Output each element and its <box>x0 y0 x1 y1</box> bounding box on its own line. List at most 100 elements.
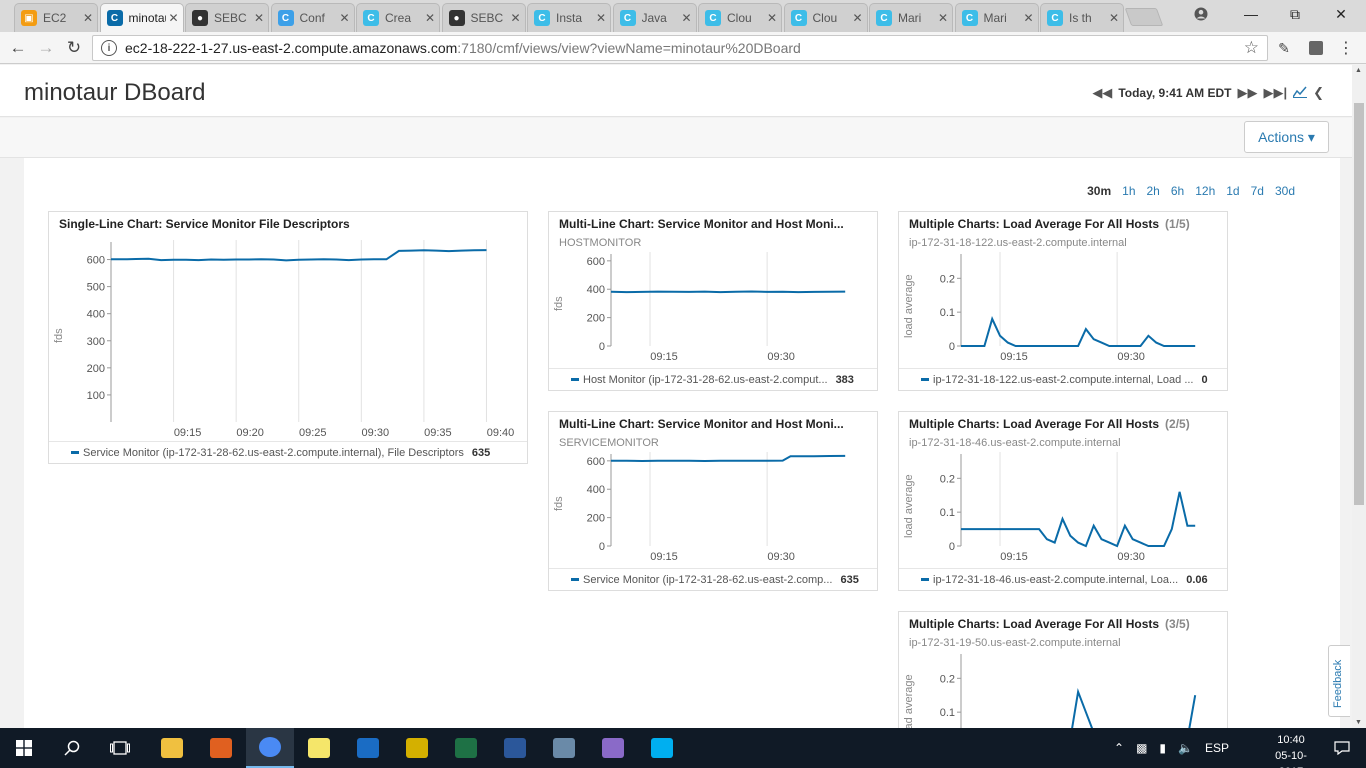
browser-tab[interactable]: ● SEBC ✕ <box>185 3 269 32</box>
reload-button[interactable]: ↻ <box>62 36 86 60</box>
taskbar-app-button[interactable] <box>540 728 588 768</box>
range-option-12h[interactable]: 12h <box>1195 184 1215 198</box>
chart-svg: 0.1 0.2 <box>940 654 1197 728</box>
taskbar-app-button[interactable] <box>491 728 539 768</box>
taskbar-app-button[interactable] <box>295 728 343 768</box>
scroll-up-arrow-icon[interactable]: ▲ <box>1355 67 1362 74</box>
close-tab-icon[interactable]: ✕ <box>339 11 349 25</box>
close-tab-icon[interactable]: ✕ <box>168 11 178 25</box>
scrollbar-thumb[interactable] <box>1354 103 1364 505</box>
chart-legend[interactable]: Host Monitor (ip-172-31-28-62.us-east-2.… <box>549 368 877 390</box>
browser-tab[interactable]: C Mari ✕ <box>954 3 1039 32</box>
chart-legend[interactable]: ip-172-31-18-46.us-east-2.compute.intern… <box>899 568 1227 590</box>
browser-tab[interactable]: ● SEBC ✕ <box>441 3 526 32</box>
tray-overflow-icon[interactable]: ⌃ <box>1114 741 1124 755</box>
browser-tab[interactable]: Cminotaur✕ <box>99 3 184 32</box>
search-icon[interactable] <box>48 728 96 768</box>
extension-box-icon[interactable] <box>1304 36 1328 60</box>
chart-legend[interactable]: Service Monitor (ip-172-31-28-62.us-east… <box>49 441 527 463</box>
browser-tab[interactable]: C Mari ✕ <box>869 3 953 32</box>
chrome-menu-icon[interactable]: ⋮ <box>1334 36 1358 60</box>
close-tab-icon[interactable]: ✕ <box>1109 11 1119 25</box>
browser-tab[interactable]: ▣ EC2 ✕ <box>14 3 98 32</box>
close-tab-icon[interactable]: ✕ <box>681 11 691 25</box>
chart-legend[interactable]: Service Monitor (ip-172-31-28-62.us-east… <box>549 568 877 590</box>
legend-swatch <box>571 578 579 581</box>
taskbar-app-button[interactable] <box>246 728 294 768</box>
taskbar-app-button[interactable] <box>638 728 686 768</box>
fast-forward-icon[interactable]: ▶▶ <box>1237 85 1257 101</box>
actions-dropdown-button[interactable]: Actions ▾ <box>1244 121 1329 153</box>
github-icon: ● <box>448 10 465 26</box>
range-option-2h[interactable]: 2h <box>1147 184 1160 198</box>
chart-legend[interactable]: ip-172-31-18-122.us-east-2.compute.inter… <box>899 368 1227 390</box>
close-tab-icon[interactable]: ✕ <box>1023 11 1033 25</box>
taskbar-app-button[interactable] <box>589 728 637 768</box>
chart-panel-load-avg-1: Multiple Charts: Load Average For All Ho… <box>898 211 1228 391</box>
feedback-tab[interactable]: Feedback <box>1328 645 1350 717</box>
maximize-button[interactable]: ⧉ <box>1272 0 1318 28</box>
network-icon[interactable]: ▩ <box>1136 741 1147 755</box>
taskbar-app-button[interactable] <box>442 728 490 768</box>
browser-tab[interactable]: C Clou ✕ <box>698 3 782 32</box>
profile-icon[interactable] <box>1178 0 1224 28</box>
range-option-30m[interactable]: 30m <box>1087 184 1111 198</box>
legend-current-value: 635 <box>471 446 491 459</box>
rewind-icon[interactable]: ◀◀ <box>1092 85 1112 101</box>
page-scrollbar[interactable]: ▲ ▼ <box>1352 65 1366 728</box>
cloudera-c-icon: C <box>790 10 807 26</box>
browser-tab[interactable]: C Is th ✕ <box>1040 3 1124 32</box>
collapse-chevron-icon[interactable]: ❮ <box>1313 85 1324 101</box>
close-tab-icon[interactable]: ✕ <box>510 11 520 25</box>
y-tick-label: 0.2 <box>940 673 955 685</box>
bookmark-star-icon[interactable]: ☆ <box>1244 38 1259 58</box>
browser-tab[interactable]: C Java ✕ <box>612 3 697 32</box>
forward-button[interactable]: → <box>34 36 58 60</box>
extension-icon[interactable]: ✎ <box>1272 36 1296 60</box>
legend-label: Host Monitor (ip-172-31-28-62.us-east-2.… <box>583 373 828 386</box>
url-path: :7180/cmf/views/view?viewName=minotaur%2… <box>457 40 801 56</box>
battery-icon[interactable]: ▮ <box>1159 741 1166 755</box>
close-tab-icon[interactable]: ✕ <box>254 11 264 25</box>
close-tab-icon[interactable]: ✕ <box>852 11 862 25</box>
close-tab-icon[interactable]: ✕ <box>596 11 606 25</box>
language-indicator[interactable]: ESP <box>1205 741 1229 755</box>
range-option-30d[interactable]: 30d <box>1275 184 1295 198</box>
address-bar[interactable]: i ec2-18-222-1-27.us-east-2.compute.amaz… <box>92 35 1268 61</box>
close-tab-icon[interactable]: ✕ <box>938 11 948 25</box>
browser-tab-strip: — ⧉ ✕ ▣EC2✕Cminotaur✕●SEBC✕CConf✕CCrea✕●… <box>0 0 1366 32</box>
range-option-1d[interactable]: 1d <box>1226 184 1239 198</box>
back-button[interactable]: ← <box>6 36 30 60</box>
range-option-7d[interactable]: 7d <box>1251 184 1264 198</box>
browser-tab[interactable]: C Insta ✕ <box>527 3 611 32</box>
taskbar-app-button[interactable] <box>344 728 392 768</box>
notifications-icon[interactable] <box>1318 728 1366 768</box>
range-option-6h[interactable]: 6h <box>1171 184 1184 198</box>
scroll-down-arrow-icon[interactable]: ▼ <box>1355 719 1362 726</box>
taskbar-app-button[interactable] <box>197 728 245 768</box>
taskbar-app-button[interactable] <box>148 728 196 768</box>
taskbar-clock[interactable]: 10:40 05-10-2017 <box>1266 732 1316 768</box>
legend-swatch <box>921 378 929 381</box>
range-option-1h[interactable]: 1h <box>1122 184 1135 198</box>
volume-icon[interactable]: 🔈 <box>1178 741 1193 755</box>
chart-toggle-icon[interactable] <box>1292 86 1308 101</box>
task-view-icon[interactable] <box>96 728 144 768</box>
close-tab-icon[interactable]: ✕ <box>767 11 777 25</box>
browser-tab[interactable]: C Conf ✕ <box>270 3 355 32</box>
taskbar-app-button[interactable] <box>393 728 441 768</box>
dashboard-content: 30m 1h 2h 6h 12h 1d 7d 30d Single-Line Chart: S… <box>24 158 1340 728</box>
skip-to-now-icon[interactable]: ▶▶| <box>1263 85 1287 101</box>
minimize-button[interactable]: — <box>1228 0 1274 28</box>
y-tick-label: 0 <box>599 541 605 553</box>
site-info-icon[interactable]: i <box>101 40 117 56</box>
current-time-label[interactable]: Today, 9:41 AM EDT <box>1118 86 1231 100</box>
close-window-button[interactable]: ✕ <box>1318 0 1364 28</box>
close-tab-icon[interactable]: ✕ <box>425 11 435 25</box>
new-tab-button[interactable] <box>1124 8 1164 26</box>
start-button[interactable] <box>0 728 48 768</box>
y-tick-label: 400 <box>587 284 605 296</box>
browser-tab[interactable]: C Crea ✕ <box>356 3 440 32</box>
browser-tab[interactable]: C Clou ✕ <box>783 3 868 32</box>
close-tab-icon[interactable]: ✕ <box>83 11 93 25</box>
